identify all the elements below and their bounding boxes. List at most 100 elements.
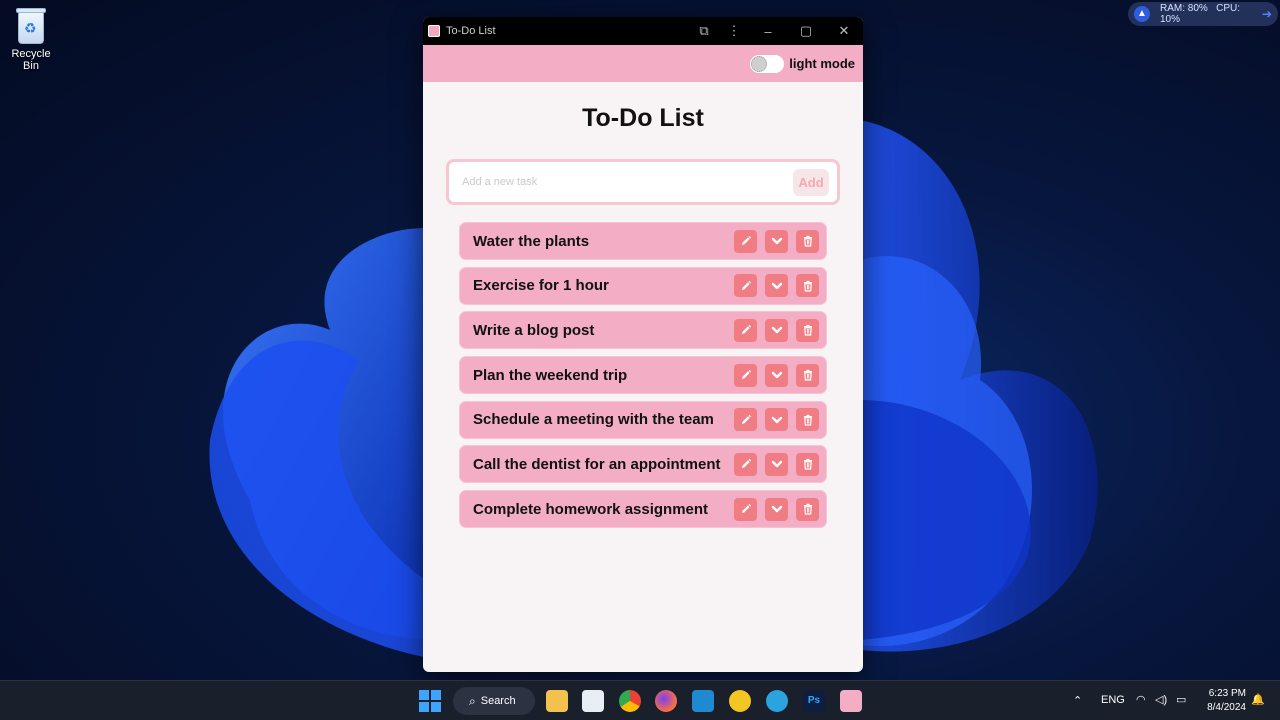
pencil-icon	[740, 458, 752, 470]
trash-icon	[802, 280, 814, 292]
taskbar: ⌕ Search Ps ⌃ ENG ◠ ◁) ▭ 6:23 PM 8/4/202…	[0, 680, 1280, 720]
chevron-down-icon	[771, 503, 783, 515]
minimize-button[interactable]: –	[749, 24, 787, 39]
trash-icon	[802, 503, 814, 515]
edit-task-button[interactable]	[734, 363, 757, 387]
search-icon: ⌕	[469, 693, 476, 708]
firefox-icon[interactable]	[655, 690, 677, 712]
vscode-icon[interactable]	[692, 690, 714, 712]
language-indicator[interactable]: ENG	[1101, 694, 1125, 706]
rocket-icon: ▲	[1134, 6, 1150, 22]
task-text: Plan the weekend trip	[473, 366, 628, 384]
edit-task-button[interactable]	[734, 452, 757, 476]
maximize-button[interactable]: ▢	[787, 23, 825, 39]
edit-task-button[interactable]	[734, 408, 757, 432]
app-icon	[428, 25, 440, 37]
clock-date: 8/4/2024	[1207, 702, 1246, 713]
task-item[interactable]: Complete homework assignment	[459, 490, 827, 529]
window-titlebar[interactable]: To-Do List ⧉ ⋮ – ▢ ✕	[423, 17, 863, 45]
telegram-icon[interactable]	[766, 690, 788, 712]
wifi-icon[interactable]: ◠	[1136, 693, 1146, 706]
chevron-down-icon	[771, 324, 783, 336]
move-down-button[interactable]	[765, 229, 788, 253]
resource-monitor-widget[interactable]: ▲ RAM: 80% CPU: 10% ➔	[1128, 2, 1278, 26]
chrome-icon[interactable]	[619, 690, 641, 712]
task-item[interactable]: Plan the weekend trip	[459, 356, 827, 395]
move-down-button[interactable]	[765, 274, 788, 298]
chevron-down-icon	[771, 235, 783, 247]
new-task-input[interactable]	[462, 176, 793, 188]
pencil-icon	[740, 414, 752, 426]
pencil-icon	[740, 369, 752, 381]
ram-usage: RAM: 80%	[1160, 3, 1208, 14]
pencil-icon	[740, 324, 752, 336]
task-item[interactable]: Write a blog post	[459, 311, 827, 350]
add-task-button[interactable]: Add	[793, 168, 829, 196]
move-down-button[interactable]	[765, 452, 788, 476]
clock-time: 6:23 PM	[1208, 688, 1246, 699]
chevron-up-icon[interactable]: ⌃	[1073, 694, 1082, 707]
chevron-down-icon	[771, 369, 783, 381]
task-text: Write a blog post	[473, 321, 595, 339]
trash-icon	[802, 414, 814, 426]
chevron-down-icon	[771, 280, 783, 292]
move-down-button[interactable]	[765, 318, 788, 342]
notification-bell-icon[interactable]: 🔔	[1251, 693, 1265, 706]
toggle-knob	[751, 55, 768, 72]
theme-toggle-label: light mode	[789, 56, 855, 71]
close-button[interactable]: ✕	[825, 23, 863, 39]
task-text: Water the plants	[473, 232, 590, 250]
task-text: Schedule a meeting with the team	[473, 411, 714, 429]
recycle-bin-label: Recycle Bin	[11, 48, 51, 72]
edit-task-button[interactable]	[734, 274, 757, 298]
task-item[interactable]: Water the plants	[459, 222, 827, 260]
pencil-icon	[740, 280, 752, 292]
recycle-bin-icon: ♻	[14, 6, 48, 44]
task-item[interactable]: Schedule a meeting with the team	[459, 400, 827, 439]
volume-icon[interactable]: ◁)	[1155, 693, 1167, 706]
app-header-bar: light mode	[423, 45, 863, 82]
file-explorer-icon[interactable]	[546, 690, 568, 712]
task-item[interactable]: Exercise for 1 hour	[459, 266, 827, 305]
more-options-icon[interactable]: ⋮	[719, 23, 749, 39]
recycle-bin-desktop-icon[interactable]: ♻ Recycle Bin	[2, 6, 60, 72]
trash-icon	[802, 235, 814, 247]
arrow-right-icon[interactable]: ➔	[1262, 7, 1272, 21]
trash-icon	[802, 458, 814, 471]
move-down-button[interactable]	[765, 363, 788, 387]
windows-start-icon[interactable]	[419, 690, 441, 712]
trash-icon	[802, 324, 814, 336]
move-down-button[interactable]	[765, 497, 788, 521]
search-label: Search	[480, 695, 516, 707]
task-text: Exercise for 1 hour	[473, 277, 609, 295]
photoshop-icon[interactable]: Ps	[803, 690, 825, 712]
task-item[interactable]: Call the dentist for an appointment	[459, 445, 827, 484]
page-title: To-Do List	[582, 104, 704, 132]
edit-task-button[interactable]	[734, 497, 757, 521]
edit-task-button[interactable]	[734, 318, 757, 342]
delete-task-button[interactable]	[796, 318, 819, 342]
microsoft-store-icon[interactable]	[582, 690, 604, 712]
new-task-form: Add	[446, 159, 840, 205]
app-yellow-icon[interactable]	[729, 690, 751, 712]
delete-task-button[interactable]	[796, 408, 819, 432]
extensions-icon[interactable]: ⧉	[689, 23, 719, 39]
taskbar-clock[interactable]: 6:23 PM 8/4/2024	[1196, 687, 1246, 715]
window-title: To-Do List	[446, 25, 496, 37]
chevron-down-icon	[771, 414, 783, 426]
delete-task-button[interactable]	[796, 363, 819, 387]
task-text: Call the dentist for an appointment	[473, 455, 721, 473]
trash-icon	[802, 369, 814, 381]
taskbar-search[interactable]: ⌕ Search	[453, 687, 535, 715]
move-down-button[interactable]	[765, 408, 788, 432]
theme-toggle[interactable]	[750, 54, 785, 73]
todo-app-taskbar-icon[interactable]	[840, 690, 862, 712]
edit-task-button[interactable]	[734, 229, 757, 253]
pencil-icon	[740, 503, 752, 515]
delete-task-button[interactable]	[796, 497, 819, 521]
delete-task-button[interactable]	[796, 452, 819, 476]
delete-task-button[interactable]	[796, 274, 819, 298]
delete-task-button[interactable]	[796, 229, 819, 253]
battery-icon[interactable]: ▭	[1176, 693, 1186, 706]
task-text: Complete homework assignment	[473, 500, 709, 518]
